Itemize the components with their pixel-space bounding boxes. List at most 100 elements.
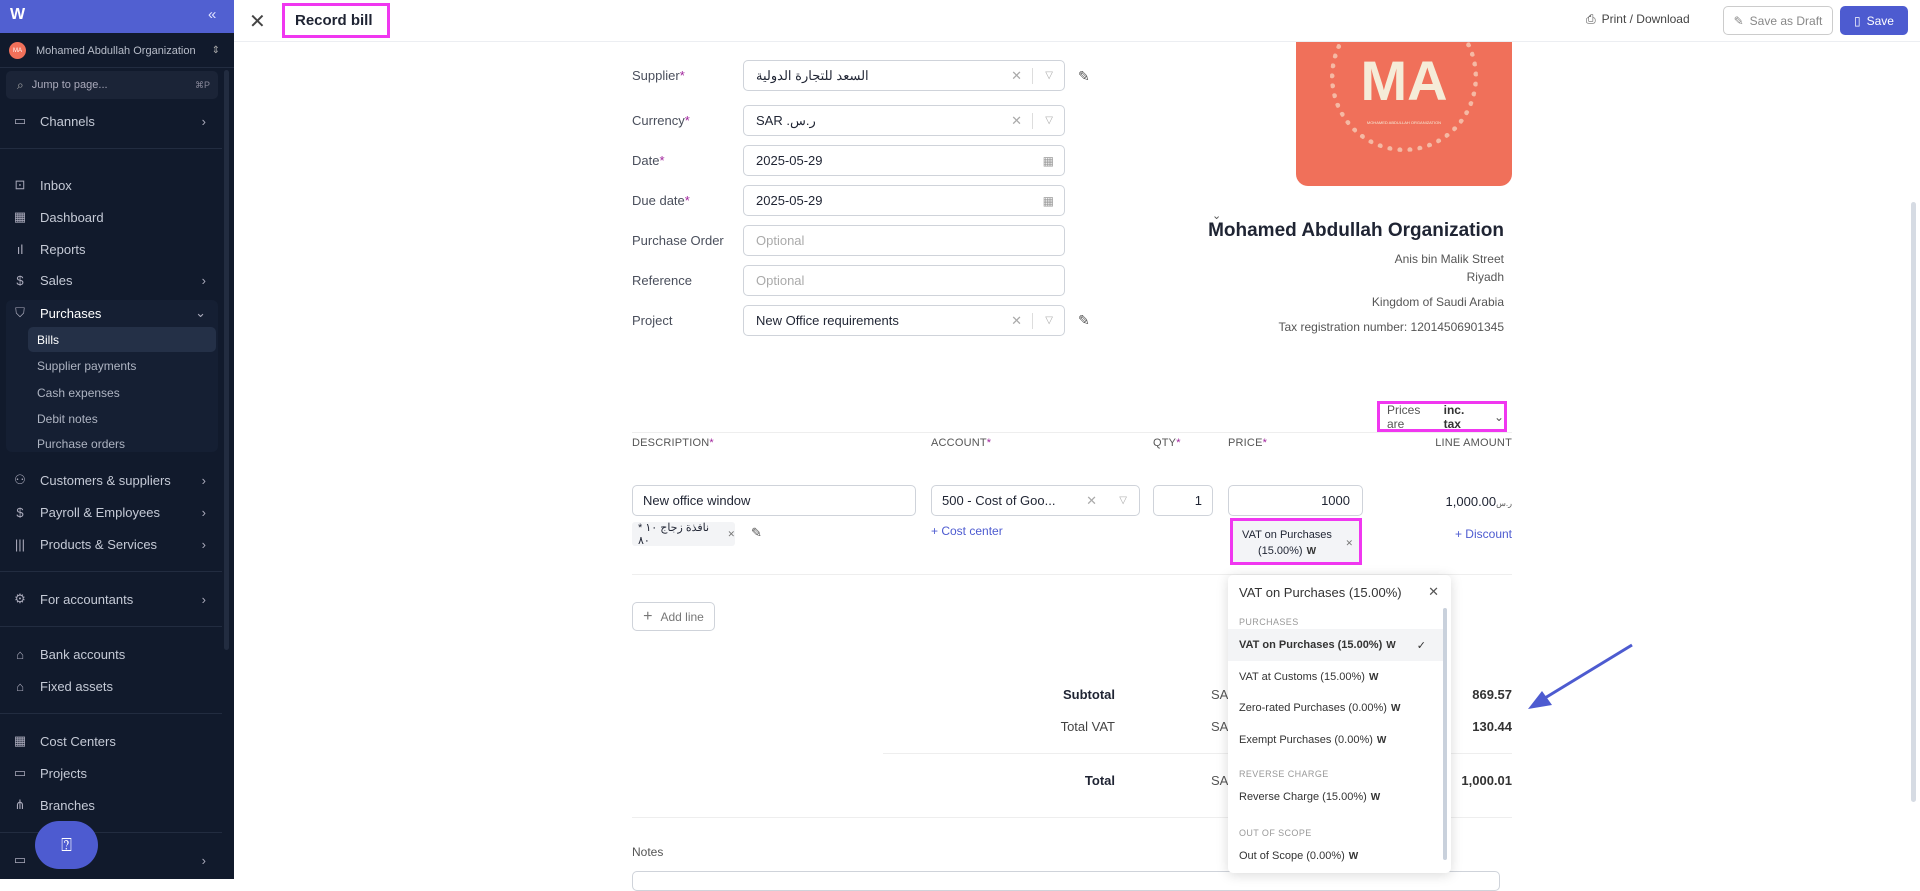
menu-item-vat-purchases[interactable]: VAT on Purchases (15.00%) W ✓ [1228,629,1446,661]
currency-select[interactable]: SAR .ر.س ✕ ▽ [743,105,1065,136]
clear-icon[interactable]: ✕ [1011,113,1022,129]
sidebar-item-accountants[interactable]: ⚙ For accountants › [10,585,216,613]
clear-icon[interactable]: ✕ [1011,68,1022,84]
dropdown-title: VAT on Purchases (15.00%) [1239,585,1402,600]
subtotal-value: 869.57 [1472,687,1512,702]
barcode-icon: ||| [14,536,26,552]
menu-item-reverse-charge[interactable]: Reverse Charge (15.00%) W [1228,781,1446,813]
price-input[interactable]: 1000 [1228,485,1363,516]
sidebar-item-dashboard[interactable]: ▦ Dashboard [10,203,216,231]
org-avatar: MA [9,42,26,59]
chevron-down-icon[interactable]: ▽ [1045,115,1053,126]
supplier-select[interactable]: السعد للتجارة الدولية ✕ ▽ [743,60,1065,91]
menu-item-zero-rated[interactable]: Zero-rated Purchases (0.00%) W [1228,692,1446,724]
remove-tag-icon[interactable]: ✕ [727,529,735,540]
sidebar-sub-purchase-orders[interactable]: Purchase orders [28,431,216,456]
chevron-down-icon[interactable]: ▽ [1119,495,1127,506]
divider [0,148,222,149]
sidebar-item-customers[interactable]: ⚇ Customers & suppliers › [10,466,216,494]
sidebar-scrollbar[interactable] [224,70,229,650]
sidebar-item-fixed-assets[interactable]: ⌂ Fixed assets [10,672,216,700]
print-download-button[interactable]: ⎙ Print / Download [1586,12,1690,27]
chevron-right-icon: › [201,272,206,288]
sidebar-item-inbox[interactable]: ⊡ Inbox [10,171,216,199]
menu-item-exempt[interactable]: Exempt Purchases (0.00%) W [1228,724,1446,756]
edit-project-icon[interactable]: ✎ [1078,312,1090,329]
sidebar-item-products[interactable]: ||| Products & Services › [10,530,216,558]
sidebar-item-projects[interactable]: ▭ Projects [10,759,216,787]
currency-label: Currency* [632,113,690,128]
label: Reverse Charge (15.00%) [1239,791,1367,803]
remove-vat-icon[interactable]: ✕ [1345,535,1353,551]
calendar-icon[interactable]: ▦ [1043,154,1054,168]
sidebar-sub-supplier-payments[interactable]: Supplier payments [28,353,216,378]
clear-icon[interactable]: ✕ [1011,313,1022,329]
help-button[interactable]: ⍰ [35,821,98,869]
required-mark: * [684,193,690,208]
chevron-down-icon[interactable]: ▽ [1045,70,1053,81]
page-scrollbar[interactable] [1911,202,1916,802]
col-line-amount: LINE AMOUNT [1435,437,1512,449]
edit-tag-icon[interactable]: ✎ [751,525,762,541]
sidebar-item-bank[interactable]: ⌂ Bank accounts [10,640,216,668]
jump-search[interactable]: ⌕ Jump to page... ⌘P [6,71,218,99]
add-line-button[interactable]: + Add line [632,602,715,631]
vat-tag[interactable]: VAT on Purchases (15.00%) W ✕ [1230,518,1362,565]
notes-input[interactable] [632,871,1500,891]
menu-item-vat-customs[interactable]: VAT at Customs (15.00%) W [1228,661,1446,693]
sidebar-item-branches[interactable]: ⋔ Branches [10,791,216,819]
label: VAT on Purchases (15.00%) [1239,639,1383,651]
sidebar-item-purchases[interactable]: ⛉ Purchases ⌄ [10,299,216,327]
clear-icon[interactable]: ✕ [1086,493,1097,509]
subtotal-currency: SA [1211,687,1229,702]
add-discount-link[interactable]: + Discount [1455,527,1512,541]
close-icon[interactable]: ✕ [249,9,266,34]
edit-supplier-icon[interactable]: ✎ [1078,68,1090,85]
calendar-icon[interactable]: ▦ [1043,194,1054,208]
prices-tax-select[interactable]: Prices are inc. tax ⌄ [1377,401,1507,432]
collapse-sidebar-icon[interactable]: « [208,6,216,23]
search-placeholder: Jump to page... [31,79,108,91]
zatca-icon: W [1348,850,1359,862]
sidebar-item-sales[interactable]: $ Sales › [10,266,216,294]
zatca-icon: W [1376,734,1387,746]
total-vat-label: Total VAT [1060,719,1115,734]
project-select[interactable]: New Office requirements ✕ ▽ [743,305,1065,336]
zatca-icon: W [1390,702,1401,714]
sidebar-item-cost-centers[interactable]: ▦ Cost Centers [10,727,216,755]
description-input[interactable]: New office window [632,485,916,516]
menu-item-out-of-scope[interactable]: Out of Scope (0.00%) W [1228,840,1446,872]
account-select[interactable]: 500 - Cost of Goo... ✕ ▽ [931,485,1140,516]
sidebar-item-payroll[interactable]: $ Payroll & Employees › [10,498,216,526]
signature-icon: ✎ [1733,13,1744,28]
sidebar-sub-cash-expenses[interactable]: Cash expenses [28,380,216,405]
search-shortcut: ⌘P [194,79,210,90]
logo-subtext: MOHAMED ABDULLAH ORGANIZATION [1366,120,1442,125]
org-switcher[interactable]: MA Mohamed Abdullah Organization ⇕ [0,34,234,68]
org-logo: MA MOHAMED ABDULLAH ORGANIZATION [1296,42,1512,186]
save-draft-button[interactable]: ✎ Save as Draft [1723,6,1833,35]
label: Save as Draft [1749,13,1823,28]
save-button[interactable]: ▯ Save [1840,6,1908,35]
sidebar-sub-debit-notes[interactable]: Debit notes [28,406,216,431]
value: 1,000.00 [1445,494,1497,509]
vat-name: VAT on Purchases [1242,529,1332,541]
org-city: Riyadh [1466,270,1504,284]
label: Products & Services [40,536,158,552]
notes-label: Notes [632,845,664,859]
reference-input[interactable]: Optional [743,265,1065,296]
sidebar-item-reports[interactable]: ıl Reports [10,235,216,263]
purchase-order-input[interactable]: Optional [743,225,1065,256]
dropdown-scrollbar[interactable] [1443,608,1447,860]
label: Reports [40,241,86,257]
chevron-down-icon[interactable]: ▽ [1045,315,1053,326]
close-dropdown-icon[interactable]: ✕ [1428,584,1439,600]
sidebar-item-channels[interactable]: ▭ Channels › [10,107,216,135]
add-cost-center-link[interactable]: + Cost center [931,524,1003,538]
date-input[interactable]: 2025-05-29 ▦ [743,145,1065,176]
qty-input[interactable]: 1 [1153,485,1213,516]
sidebar-sub-bills[interactable]: Bills [28,327,216,352]
due-date-input[interactable]: 2025-05-29 ▦ [743,185,1065,216]
sidebar-header: W « [0,0,234,33]
text: QTY [1153,437,1177,449]
